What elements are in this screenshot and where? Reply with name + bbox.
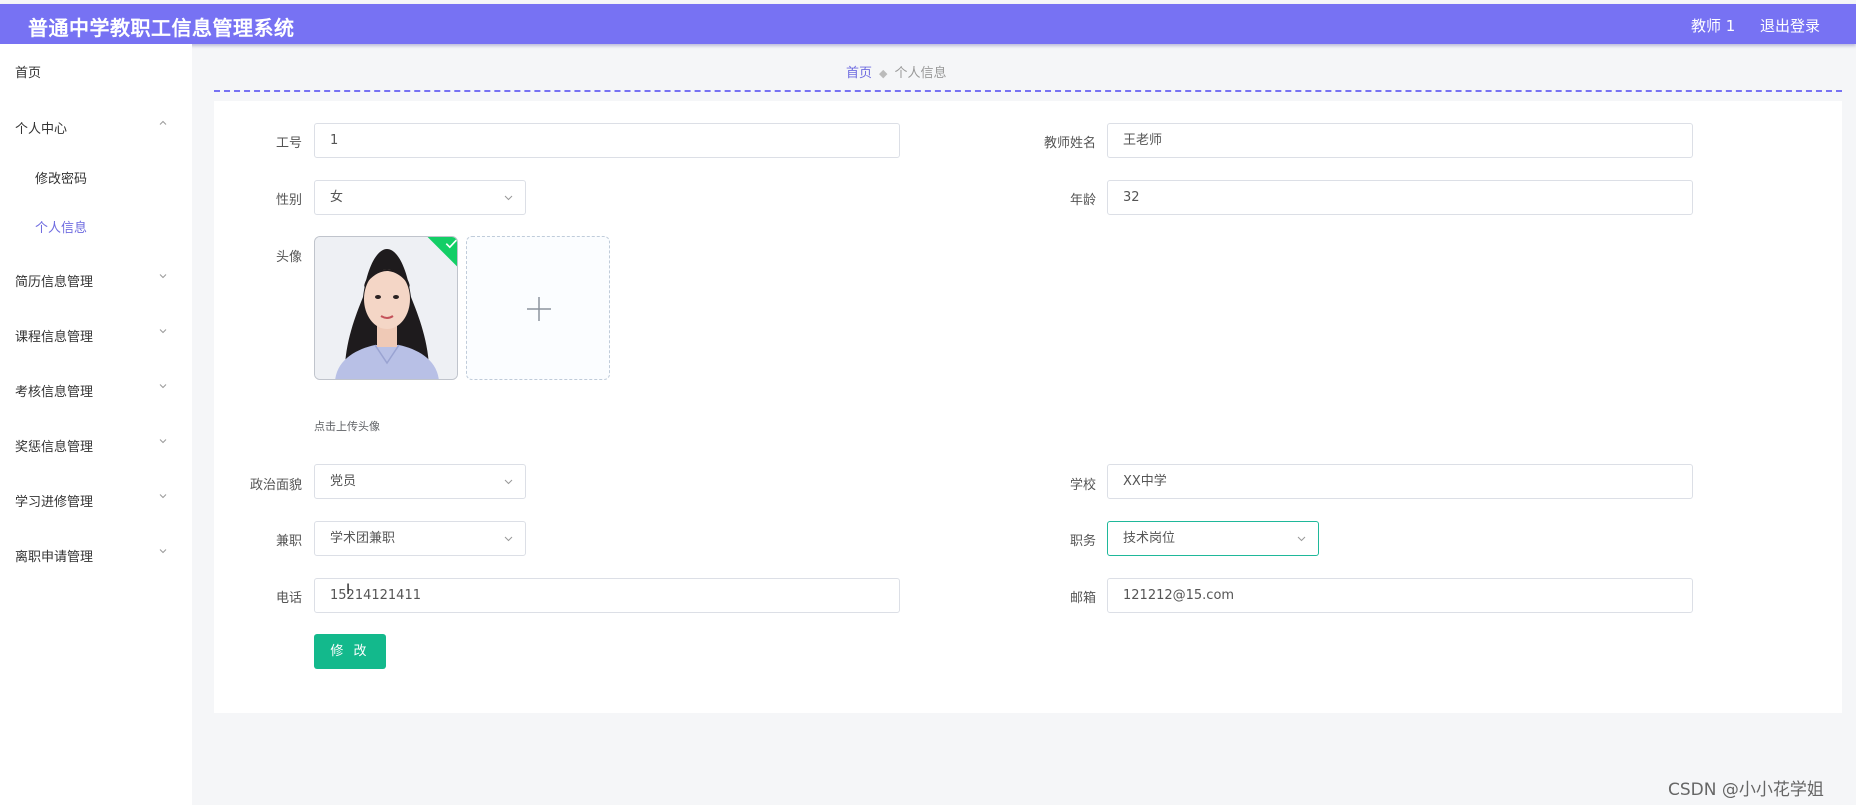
parttime-label: 兼职 [275, 534, 302, 549]
age-input[interactable]: 32 [1107, 180, 1693, 215]
app-title: 普通中学教职工信息管理系统 [28, 16, 295, 40]
chevron-down-icon [159, 549, 167, 554]
avatar-label: 头像 [275, 250, 302, 265]
parttime-value: 学术团兼职 [330, 531, 396, 546]
avatar-preview[interactable] [314, 236, 458, 380]
gender-label: 性别 [275, 193, 302, 208]
parttime-select[interactable]: 学术团兼职 [314, 521, 526, 556]
chevron-up-icon [159, 120, 167, 125]
sidebar-item-label: 个人信息 [35, 221, 88, 236]
email-input[interactable]: 121212@15.com [1107, 578, 1693, 613]
sidebar-item-label: 个人中心 [15, 122, 68, 137]
check-icon [445, 239, 457, 249]
submit-button[interactable]: 修 改 [314, 634, 386, 669]
sidebar-item-label: 修改密码 [35, 172, 88, 187]
sidebar-item-label: 课程信息管理 [15, 330, 94, 345]
age-label: 年龄 [1069, 193, 1096, 208]
sidebar-item-change-password[interactable]: 修改密码 [0, 156, 192, 196]
chevron-down-icon [159, 494, 167, 499]
politics-label: 政治面貌 [249, 478, 302, 493]
sidebar-item-label: 离职申请管理 [15, 550, 94, 565]
phone-label: 电话 [275, 591, 302, 606]
gonghao-label: 工号 [275, 136, 302, 151]
school-label: 学校 [1069, 478, 1096, 493]
politics-value: 党员 [330, 474, 357, 489]
sidebar-item-rewards[interactable]: 奖惩信息管理 [0, 424, 192, 464]
sidebar-item-resume[interactable]: 简历信息管理 [0, 259, 192, 299]
sidebar-item-resignation[interactable]: 离职申请管理 [0, 534, 192, 574]
sidebar-item-label: 简历信息管理 [15, 275, 94, 290]
sidebar-item-home[interactable]: 首页 [0, 50, 192, 90]
gender-value: 女 [330, 190, 344, 205]
sidebar-item-assessment[interactable]: 考核信息管理 [0, 369, 192, 409]
avatar-upload-hint: 点击上传头像 [314, 420, 380, 433]
school-input[interactable]: XX中学 [1107, 464, 1693, 499]
sidebar-item-course[interactable]: 课程信息管理 [0, 314, 192, 354]
avatar-image [315, 237, 457, 379]
sidebar-item-personal-center[interactable]: 个人中心 [0, 106, 192, 146]
breadcrumb-home[interactable]: 首页 [846, 66, 872, 81]
chevron-down-icon [504, 195, 513, 201]
position-label: 职务 [1069, 534, 1096, 549]
sidebar-item-training[interactable]: 学习进修管理 [0, 479, 192, 519]
breadcrumb-current: 个人信息 [894, 66, 947, 81]
sidebar-item-label: 学习进修管理 [15, 495, 94, 510]
position-select[interactable]: 技术岗位 [1107, 521, 1319, 556]
phone-input[interactable]: 15214121411 [314, 578, 900, 613]
name-input[interactable]: 王老师 [1107, 123, 1693, 158]
breadcrumb: 首页 ◆ 个人信息 [846, 62, 947, 81]
gonghao-input[interactable]: 1 [314, 123, 900, 158]
chevron-down-icon [159, 274, 167, 279]
avatar-upload-button[interactable] [466, 236, 610, 380]
politics-select[interactable]: 党员 [314, 464, 526, 499]
chevron-down-icon [504, 536, 513, 542]
sidebar-item-label: 首页 [15, 66, 42, 81]
text-cursor-icon: Ⅰ [346, 582, 351, 598]
gender-select[interactable]: 女 [314, 180, 526, 215]
name-label: 教师姓名 [1043, 136, 1096, 151]
top-header: 普通中学教职工信息管理系统 教师 1 退出登录 [0, 4, 1856, 44]
current-user[interactable]: 教师 1 [1691, 15, 1735, 36]
breadcrumb-separator-icon: ◆ [879, 67, 888, 80]
plus-icon [527, 297, 551, 321]
chevron-down-icon [159, 329, 167, 334]
sidebar: 首页 个人中心 修改密码 个人信息 简历信息管理 课程信息管理 考核信息管理 奖… [0, 44, 192, 805]
chevron-down-icon [1297, 536, 1306, 542]
divider [214, 90, 1842, 92]
sidebar-item-personal-info[interactable]: 个人信息 [0, 205, 192, 245]
logout-link[interactable]: 退出登录 [1760, 15, 1820, 36]
chevron-down-icon [504, 479, 513, 485]
chevron-down-icon [159, 384, 167, 389]
sidebar-item-label: 考核信息管理 [15, 385, 94, 400]
email-label: 邮箱 [1069, 591, 1096, 606]
chevron-down-icon [159, 439, 167, 444]
position-value: 技术岗位 [1123, 531, 1176, 546]
sidebar-item-label: 奖惩信息管理 [15, 440, 94, 455]
watermark: CSDN @小小花学姐 [1668, 780, 1824, 800]
